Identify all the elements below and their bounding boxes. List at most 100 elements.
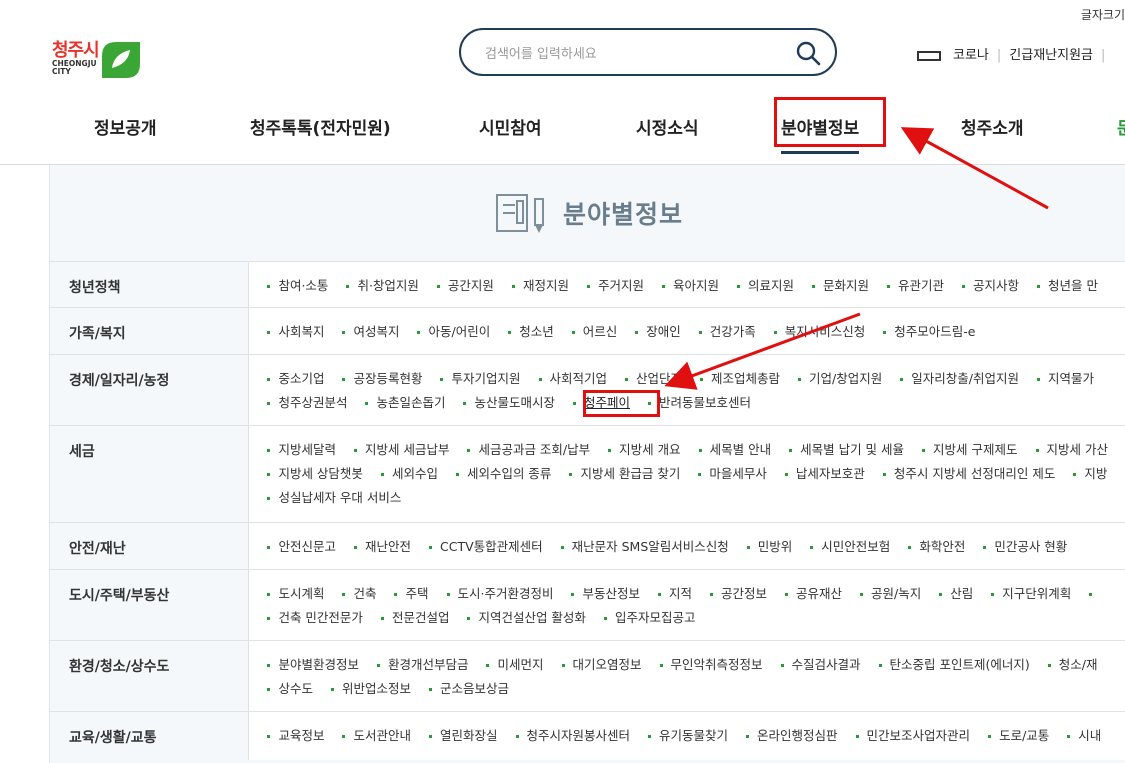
category-link[interactable]: 장애인 xyxy=(635,320,681,344)
category-link[interactable]: 대기오염정보 xyxy=(562,653,642,677)
category-link[interactable]: 중소기업 xyxy=(267,367,324,391)
category-link[interactable]: 건축 민간전문가 xyxy=(267,606,362,630)
search-input[interactable] xyxy=(483,42,777,66)
category-link[interactable]: 시내 xyxy=(1067,724,1101,748)
category-link[interactable]: 청소년 xyxy=(508,320,554,344)
category-link[interactable]: 아동/어린이 xyxy=(417,320,490,344)
category-link[interactable]: 유기동물찾기 xyxy=(648,724,728,748)
category-link[interactable]: 지방세 세금납부 xyxy=(354,438,449,462)
category-link[interactable]: 청주시 지방세 선정대리인 제도 xyxy=(883,462,1055,486)
category-link[interactable]: 수질검사결과 xyxy=(781,653,861,677)
city-logo[interactable]: 청주시 CHEONGJU CITY xyxy=(52,36,144,80)
category-link[interactable]: 청소/재 xyxy=(1048,653,1098,677)
category-link[interactable]: 유관기관 xyxy=(887,274,944,298)
nav-e-petition[interactable]: 청주톡톡(전자민원) xyxy=(250,114,391,139)
category-link[interactable]: 의료지원 xyxy=(737,274,794,298)
category-link[interactable]: 복지서비스신청 xyxy=(774,320,866,344)
category-link[interactable]: 주택 xyxy=(394,582,428,606)
category-link[interactable]: 지방 xyxy=(1073,462,1107,486)
category-link[interactable]: 미세먼지 xyxy=(486,653,543,677)
category-link[interactable]: 기업/창업지원 xyxy=(798,367,882,391)
category-link[interactable]: 마을세무사 xyxy=(698,462,767,486)
category-link[interactable]: 청년을 만 xyxy=(1037,274,1098,298)
nav-about-cheongju[interactable]: 청주소개 xyxy=(961,114,1024,139)
category-link[interactable]: 투자기업지원 xyxy=(440,367,520,391)
category-link[interactable]: 시민안전보험 xyxy=(810,535,890,559)
category-link[interactable]: 일자리창출/취업지원 xyxy=(900,367,1019,391)
category-link[interactable]: 청주상권분석 xyxy=(267,391,347,415)
top-link-relief-fund[interactable]: 긴급재난지원금 xyxy=(1009,48,1093,63)
category-link[interactable]: 공지사항 xyxy=(962,274,1019,298)
category-link[interactable]: 반려동물보호센터 xyxy=(648,391,751,415)
category-link[interactable]: 어르신 xyxy=(572,320,618,344)
category-link[interactable]: 납세자보호관 xyxy=(785,462,865,486)
category-link[interactable]: 지역건설산업 활성화 xyxy=(467,606,585,630)
category-link[interactable]: 세금공과금 조회/납부 xyxy=(467,438,590,462)
category-link[interactable]: 입주자모집공고 xyxy=(604,606,696,630)
category-link[interactable]: 산림 xyxy=(939,582,973,606)
category-link[interactable]: 공원/녹지 xyxy=(860,582,921,606)
category-link[interactable]: 농산물도매시장 xyxy=(463,391,555,415)
category-link[interactable]: 도서관안내 xyxy=(342,724,411,748)
category-link[interactable]: 지방세 구제제도 xyxy=(922,438,1017,462)
category-link[interactable]: 여성복지 xyxy=(342,320,399,344)
category-link[interactable]: 건축 xyxy=(342,582,376,606)
category-link[interactable]: 재정지원 xyxy=(512,274,569,298)
font-size-label[interactable]: 글자크기 xyxy=(1081,6,1125,23)
category-link[interactable]: 환경개선부담금 xyxy=(377,653,469,677)
category-link[interactable]: 민방위 xyxy=(747,535,793,559)
category-link[interactable]: 안전신문고 xyxy=(267,535,336,559)
category-link[interactable]: 위반업소정보 xyxy=(331,677,411,701)
category-link[interactable]: 지방세 환급금 찾기 xyxy=(569,462,680,486)
category-link[interactable]: 사회적기업 xyxy=(539,367,608,391)
category-link[interactable]: 지방세달력 xyxy=(267,438,336,462)
category-link[interactable]: 민간공사 현황 xyxy=(983,535,1067,559)
category-link[interactable]: 제조업체총람 xyxy=(700,367,780,391)
category-link[interactable]: 세외수입의 종류 xyxy=(456,462,551,486)
category-link[interactable]: 지적 xyxy=(658,582,692,606)
category-link[interactable]: 재난문자 SMS알림서비스신청 xyxy=(561,535,729,559)
category-link[interactable]: 무인악취측정정보 xyxy=(660,653,763,677)
nav-partial[interactable]: 문 xyxy=(1117,114,1125,139)
category-link[interactable]: 사회복지 xyxy=(267,320,324,344)
nav-city-news[interactable]: 시정소식 xyxy=(636,114,699,139)
category-link[interactable]: 지역물가 xyxy=(1037,367,1094,391)
category-link[interactable]: 지방세 가산 xyxy=(1036,438,1108,462)
category-link[interactable]: 청주시자원봉사센터 xyxy=(516,724,631,748)
category-link[interactable]: 상수도 xyxy=(267,677,313,701)
category-link[interactable]: 온라인행정심판 xyxy=(746,724,838,748)
category-link[interactable]: 공장등록현황 xyxy=(342,367,422,391)
nav-citizen-participation[interactable]: 시민참여 xyxy=(479,114,542,139)
category-link[interactable]: 육아지원 xyxy=(662,274,719,298)
category-link[interactable] xyxy=(1089,582,1100,606)
category-link[interactable]: 지방세 개요 xyxy=(608,438,680,462)
category-link[interactable]: 청주모아드림-e xyxy=(883,320,975,344)
category-link[interactable]: 공간정보 xyxy=(710,582,767,606)
category-link[interactable]: 건강가족 xyxy=(699,320,756,344)
category-link[interactable]: 열린화장실 xyxy=(429,724,498,748)
category-link[interactable]: 산업단지 xyxy=(625,367,682,391)
category-link[interactable]: 참여·소통 xyxy=(267,274,328,298)
category-link[interactable]: 문화지원 xyxy=(812,274,869,298)
category-link[interactable]: 재난안전 xyxy=(354,535,411,559)
category-link[interactable]: 농촌일손돕기 xyxy=(365,391,445,415)
category-link[interactable]: 세외수입 xyxy=(381,462,438,486)
category-link[interactable]: 도로/교통 xyxy=(988,724,1049,748)
search-icon[interactable] xyxy=(795,40,821,66)
category-link[interactable]: 부동산정보 xyxy=(571,582,640,606)
category-link[interactable]: 민간보조사업자관리 xyxy=(856,724,971,748)
nav-info-disclosure[interactable]: 정보공개 xyxy=(94,114,157,139)
category-link[interactable]: 도시·주거환경정비 xyxy=(447,582,554,606)
category-link[interactable]: 교육정보 xyxy=(267,724,324,748)
category-link[interactable]: 세목별 납기 및 세율 xyxy=(789,438,904,462)
category-link[interactable]: 세목별 안내 xyxy=(699,438,771,462)
category-link[interactable]: 탄소중립 포인트제(에너지) xyxy=(879,653,1030,677)
category-link[interactable]: 주거지원 xyxy=(587,274,644,298)
category-link[interactable]: 공간지원 xyxy=(437,274,494,298)
category-link[interactable]: 도시계획 xyxy=(267,582,324,606)
category-link[interactable]: 전문건설업 xyxy=(381,606,450,630)
category-link[interactable]: 화학안전 xyxy=(908,535,965,559)
category-link[interactable]: 지구단위계획 xyxy=(991,582,1071,606)
category-link[interactable]: 공유재산 xyxy=(785,582,842,606)
top-link-corona[interactable]: 코로나 xyxy=(953,48,989,63)
